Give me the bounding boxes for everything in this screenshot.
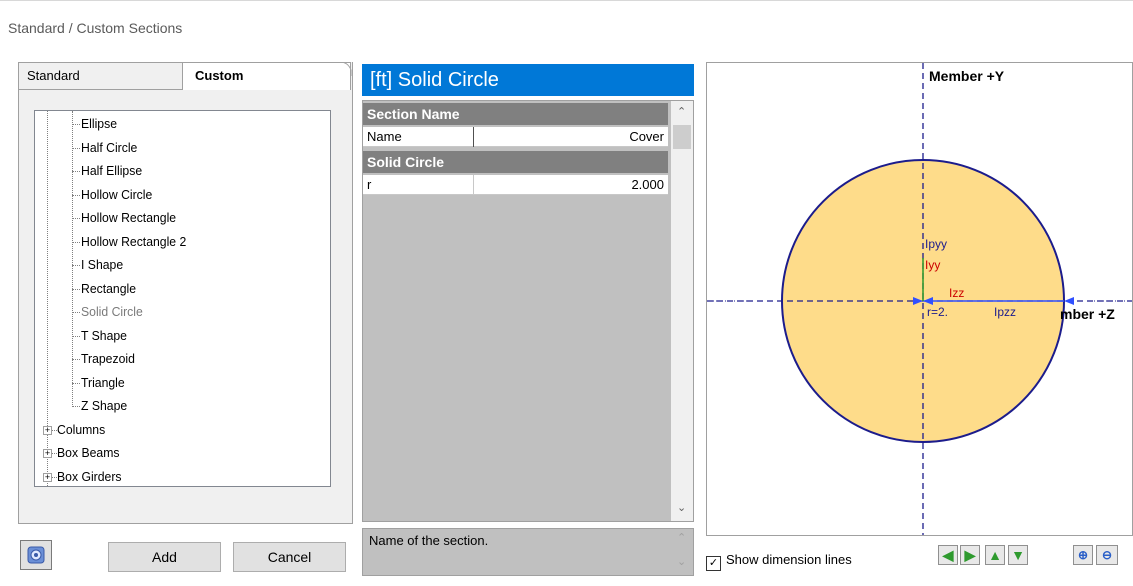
arrow-up-icon[interactable]: ▲ xyxy=(985,545,1005,565)
tree-item[interactable]: T Shape xyxy=(81,328,127,344)
tree-item[interactable]: Box Girders xyxy=(57,469,122,485)
section-icon xyxy=(27,546,45,564)
tree-connector xyxy=(72,335,80,337)
checkbox-check-icon[interactable]: ✓ xyxy=(706,556,721,571)
tree-item[interactable]: Hollow Rectangle xyxy=(81,210,176,226)
radius-label: r=2. xyxy=(927,305,948,319)
scroll-up-icon[interactable]: ⌃ xyxy=(677,105,686,118)
tree-item[interactable]: Rectangle xyxy=(81,281,136,297)
property-row-name[interactable]: Name Cover xyxy=(363,127,668,147)
category-solid-circle[interactable]: Solid Circle xyxy=(363,151,668,173)
tree-item[interactable]: Z Shape xyxy=(81,398,127,414)
show-dimension-lines-checkbox[interactable]: ✓ Show dimension lines xyxy=(706,552,852,571)
tree-connector xyxy=(72,288,80,290)
add-button[interactable]: Add xyxy=(108,542,221,572)
section-help-button[interactable] xyxy=(20,540,52,570)
ipyy-label: Ipyy xyxy=(925,237,947,251)
tree-connector xyxy=(72,265,80,266)
tree-item[interactable]: Box Beams xyxy=(57,445,119,461)
zoom-in-icon[interactable]: ⊕ xyxy=(1073,545,1093,565)
tree-item[interactable]: Trapezoid xyxy=(81,351,135,367)
property-grid-scrollbar[interactable]: ⌃ ⌄ xyxy=(671,101,693,521)
tree-connector xyxy=(72,147,80,149)
izz-label: Izz xyxy=(949,286,964,300)
section-drawing: Member +Y mber +Z Ipyy Iyy Izz r=2. Ipzz xyxy=(707,63,1132,535)
property-name-label: Name xyxy=(367,129,402,144)
property-grid: Section Name Name Cover Solid Circle r 2… xyxy=(362,100,694,522)
tree-connector xyxy=(72,312,80,313)
section-tree[interactable]: Ellipse Half Circle Half Ellipse Hollow Cir… xyxy=(34,110,331,487)
tree-connector xyxy=(72,382,80,384)
tree-connector xyxy=(72,359,80,360)
top-border xyxy=(0,0,1133,1)
scroll-down-icon[interactable]: ⌄ xyxy=(677,555,686,568)
section-preview[interactable]: Member +Y mber +Z Ipyy Iyy Izz r=2. Ipzz xyxy=(706,62,1133,536)
property-grid-title: [ft] Solid Circle xyxy=(362,64,694,96)
arrow-left-icon[interactable]: ◀ xyxy=(938,545,958,565)
tree-connector xyxy=(72,111,73,407)
arrow-down-icon[interactable]: ▼ xyxy=(1008,545,1028,565)
member-y-label: Member +Y xyxy=(929,68,1005,84)
tree-item[interactable]: Hollow Rectangle 2 xyxy=(81,234,186,250)
tree-connector xyxy=(72,241,80,243)
tree-item[interactable]: I Shape xyxy=(81,257,123,273)
tab-custom[interactable]: Custom xyxy=(182,62,351,90)
member-z-label: mber +Z xyxy=(1060,306,1115,322)
tree-item[interactable]: Half Circle xyxy=(81,140,137,156)
tab-standard[interactable]: Standard xyxy=(18,62,183,90)
property-divider xyxy=(473,175,474,195)
property-divider xyxy=(473,127,474,147)
tree-item[interactable]: Ellipse xyxy=(81,116,117,132)
tree-item[interactable]: Solid Circle xyxy=(81,304,143,320)
tree-expand-icon[interactable]: + xyxy=(43,472,52,482)
window-title: Standard / Custom Sections xyxy=(8,20,183,36)
scroll-down-icon[interactable]: ⌄ xyxy=(677,501,686,514)
tree-item[interactable]: Columns xyxy=(57,422,105,438)
zoom-out-icon[interactable]: ⊖ xyxy=(1096,545,1118,565)
description-text: Name of the section. xyxy=(369,533,489,548)
grid-scroll-thumb[interactable] xyxy=(673,125,691,149)
tree-connector xyxy=(72,194,80,196)
property-description: Name of the section. ⌃ ⌄ xyxy=(362,528,694,576)
tree-connector xyxy=(72,218,80,219)
tree-connector xyxy=(72,171,80,172)
iyy-label: Iyy xyxy=(925,258,940,272)
tree-expand-icon[interactable]: + xyxy=(43,449,52,458)
tree-item[interactable]: Half Ellipse xyxy=(81,163,142,179)
property-r-label: r xyxy=(367,177,372,192)
tree-item[interactable]: Triangle xyxy=(81,375,125,391)
cancel-button[interactable]: Cancel xyxy=(233,542,346,572)
show-dimension-lines-label: Show dimension lines xyxy=(726,552,852,567)
tree-connector xyxy=(72,406,80,407)
property-row-r[interactable]: r 2.000 xyxy=(363,175,668,195)
arrow-right-icon[interactable]: ▶ xyxy=(960,545,980,565)
description-scrollbar[interactable]: ⌃ ⌄ xyxy=(671,529,693,575)
tree-item[interactable]: Hollow Circle xyxy=(81,187,152,203)
property-r-value[interactable]: 2.000 xyxy=(631,175,664,194)
tab-corner xyxy=(340,62,352,76)
scroll-up-icon[interactable]: ⌃ xyxy=(677,531,686,544)
ipzz-label: Ipzz xyxy=(994,305,1016,319)
property-name-value[interactable]: Cover xyxy=(629,127,664,146)
category-section-name[interactable]: Section Name xyxy=(363,103,668,125)
dim-arrow-icon xyxy=(1064,297,1074,305)
tree-expand-icon[interactable]: + xyxy=(43,425,52,435)
tree-connector xyxy=(72,124,80,125)
